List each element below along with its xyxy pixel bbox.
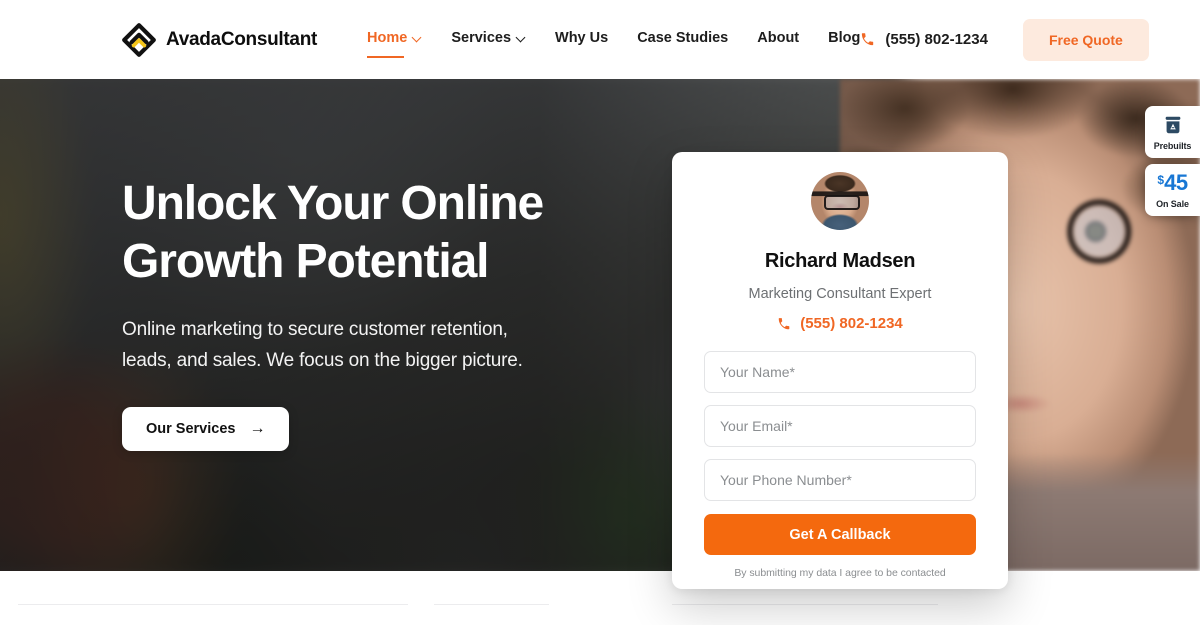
nav-item-why-us[interactable]: Why Us (555, 30, 608, 49)
header-actions: (555) 802-1234 Free Quote (860, 18, 1149, 61)
hero-content: Unlock Your Online Growth Potential Onli… (122, 175, 642, 451)
consultant-name: Richard Madsen (764, 250, 916, 272)
primary-nav: Home Services Why Us Case Studies About … (367, 30, 860, 58)
divider (672, 604, 938, 605)
brand-logo[interactable]: AvadaConsultant (122, 22, 318, 57)
nav-item-services[interactable]: Services (451, 30, 526, 49)
brand-name: AvadaConsultant (166, 28, 318, 50)
avatar (811, 172, 869, 230)
arrow-right-icon: → (249, 420, 266, 437)
floating-widgets: Prebuilts $ 45 On Sale (1145, 106, 1200, 216)
price-amount: 45 (1164, 170, 1188, 195)
email-field[interactable] (704, 405, 976, 447)
get-a-callback-button[interactable]: Get A Callback (704, 514, 976, 555)
nav-item-blog-label: Blog (828, 30, 861, 46)
free-quote-button[interactable]: Free Quote (1022, 18, 1149, 61)
currency-symbol: $ (1157, 173, 1165, 187)
chevron-down-icon (413, 33, 422, 42)
hero-title-line-1: Unlock Your Online (122, 177, 544, 230)
nav-item-about-label: About (757, 30, 800, 46)
name-field[interactable] (704, 351, 976, 393)
prebuilts-icon (1162, 114, 1184, 136)
sale-price: $ 45 (1157, 170, 1188, 195)
avada-diamond-logo-icon (122, 22, 156, 57)
nav-item-services-label: Services (451, 30, 512, 46)
on-sale-widget[interactable]: $ 45 On Sale (1145, 164, 1200, 216)
nav-item-home[interactable]: Home (367, 30, 422, 58)
on-sale-label: On Sale (1156, 199, 1189, 209)
hero-subtitle-line-1: Online marketing to secure customer rete… (122, 319, 508, 340)
phone-icon (860, 32, 875, 47)
hero-subtitle-line-2: leads, and sales. We focus on the bigger… (122, 350, 523, 371)
consultant-contact-card: Richard Madsen Marketing Consultant Expe… (672, 152, 1008, 589)
header-phone-link[interactable]: (555) 802-1234 (860, 31, 988, 48)
nav-item-blog[interactable]: Blog (828, 30, 860, 49)
our-services-label: Our Services (146, 421, 236, 437)
nav-item-case-studies[interactable]: Case Studies (637, 30, 728, 49)
consultant-role: Marketing Consultant Expert (748, 286, 932, 302)
phone-icon (777, 317, 791, 331)
divider (434, 604, 549, 605)
site-header: AvadaConsultant Home Services Why Us Cas… (0, 0, 1200, 79)
nav-item-home-label: Home (367, 30, 408, 46)
phone-field[interactable] (704, 459, 976, 501)
hero-title: Unlock Your Online Growth Potential (122, 175, 642, 291)
form-disclaimer: By submitting my data I agree to be cont… (734, 567, 946, 579)
card-phone-number: (555) 802-1234 (800, 315, 903, 332)
our-services-button[interactable]: Our Services → (122, 407, 290, 451)
chevron-down-icon (517, 33, 526, 42)
prebuilts-label: Prebuilts (1153, 141, 1192, 151)
hero-section: Unlock Your Online Growth Potential Onli… (0, 79, 1200, 571)
nav-item-case-studies-label: Case Studies (637, 30, 729, 46)
prebuilts-widget[interactable]: Prebuilts (1145, 106, 1200, 158)
page-root: AvadaConsultant Home Services Why Us Cas… (0, 0, 1200, 625)
nav-item-why-us-label: Why Us (555, 30, 609, 46)
card-phone-link[interactable]: (555) 802-1234 (704, 315, 976, 332)
callback-form: Get A Callback (704, 351, 976, 555)
below-hero-strip (0, 571, 1200, 625)
hero-title-line-2: Growth Potential (122, 235, 490, 288)
nav-item-about[interactable]: About (757, 30, 799, 49)
divider (18, 604, 408, 605)
hero-subtitle: Online marketing to secure customer rete… (122, 314, 642, 376)
header-phone-number: (555) 802-1234 (885, 31, 988, 48)
